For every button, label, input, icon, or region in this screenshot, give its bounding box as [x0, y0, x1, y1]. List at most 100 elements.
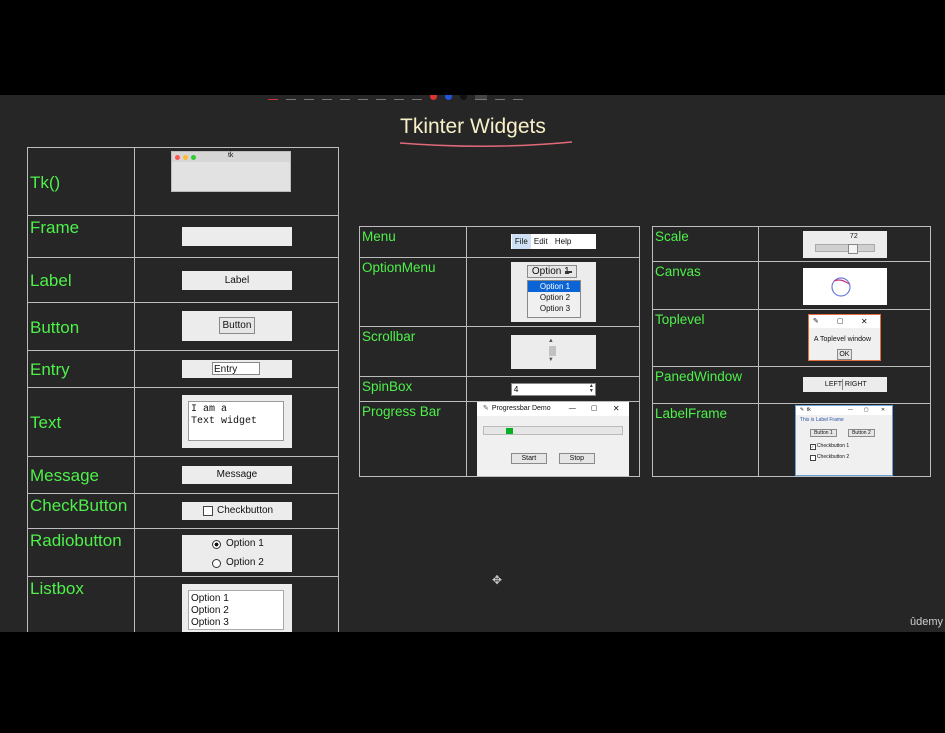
list-item[interactable]: Option 2 — [191, 605, 281, 617]
toplevel-ok-button[interactable]: OK — [836, 349, 852, 360]
demo-scrollbar[interactable]: ▲ ▼ — [548, 338, 558, 365]
right-widget-table: Scale 72 Canvas Toplevel ✎ ▢ ✕ A Topleve… — [652, 226, 932, 477]
marker-icon[interactable] — [304, 95, 314, 100]
demo-spinbox[interactable]: 4 ▲ ▼ — [510, 383, 596, 396]
blue-color-icon[interactable] — [445, 95, 452, 100]
maximize-icon[interactable]: ▢ — [591, 402, 598, 416]
scale-value: 72 — [849, 233, 858, 240]
table-row: Scale 72 — [652, 226, 932, 262]
link-icon[interactable] — [412, 95, 422, 100]
labelframe-window-title: tk — [806, 407, 811, 413]
close-icon[interactable]: ✕ — [881, 406, 885, 415]
scroll-up-icon[interactable]: ▲ — [548, 338, 554, 344]
stop-button[interactable]: Stop — [558, 453, 595, 464]
labelframe-button-1[interactable]: Button 1 — [809, 429, 837, 437]
line-width-icon-2[interactable] — [513, 95, 523, 100]
shape-icon[interactable] — [358, 95, 368, 100]
crop-icon[interactable] — [394, 95, 404, 100]
row-label-radiobutton: Radiobutton — [30, 531, 122, 550]
line-width-icon[interactable] — [495, 95, 505, 100]
checkbox-icon[interactable] — [809, 455, 816, 461]
start-button[interactable]: Start — [510, 453, 547, 464]
option-item-selected[interactable]: Option 1 — [527, 281, 580, 292]
slide-canvas: Tkinter Widgets Tk() tk Frame Label Labe… — [0, 95, 945, 632]
menu-file[interactable]: File — [511, 234, 531, 249]
paned-right-pane[interactable]: RIGHT — [845, 377, 867, 392]
scrollbar-widget-preview: ▲ ▼ — [510, 335, 596, 369]
row-label-scrollbar: Scrollbar — [362, 329, 416, 344]
labelframe-caption: This is Label Frame — [799, 417, 844, 423]
spin-arrows-icon[interactable]: ▲ ▼ — [589, 384, 594, 394]
radio-unselected-icon[interactable] — [211, 559, 221, 568]
page-title: Tkinter Widgets — [400, 115, 546, 138]
row-label-text: Text — [30, 413, 62, 432]
minimize-icon[interactable]: — — [569, 402, 576, 416]
progressbar-window-preview: ✎ Progressbar Demo — ▢ ✕ Start Stop — [476, 402, 629, 476]
checkbox-checked-icon[interactable]: ✓ — [809, 444, 816, 450]
radio-option-1[interactable]: Option 1 — [226, 538, 264, 549]
progress-window-title: Progressbar Demo — [491, 405, 551, 412]
scale-slider-handle[interactable] — [847, 244, 858, 254]
tk-titlebar: tk — [171, 152, 290, 162]
list-item[interactable]: Option 3 — [191, 617, 281, 629]
demo-text-area[interactable]: I am a Text widget — [187, 401, 284, 441]
menu-widget-preview: File Edit Help — [510, 234, 596, 249]
checkbutton-label: Checkbutton — [216, 505, 274, 516]
maximize-icon[interactable]: ▢ — [837, 315, 844, 328]
demo-button[interactable]: Button — [218, 317, 255, 334]
red-color-icon[interactable] — [430, 95, 437, 100]
menu-edit[interactable]: Edit — [534, 234, 548, 249]
paned-sash[interactable] — [841, 379, 843, 390]
demo-listbox[interactable]: Option 1 Option 2 Option 3 — [187, 590, 284, 630]
table-row: PanedWindow LEFT RIGHT — [652, 366, 932, 404]
paned-left-pane[interactable]: LEFT — [825, 377, 842, 392]
labelframe-button-2[interactable]: Button 2 — [847, 429, 875, 437]
row-label-checkbutton: CheckButton — [30, 496, 128, 515]
optionmenu-button[interactable]: Option 1 — [526, 265, 577, 278]
optionmenu-dropdown[interactable]: Option 1 Option 2 Option 3 — [526, 280, 581, 318]
eraser-icon[interactable] — [286, 95, 296, 100]
option-item[interactable]: Option 2 — [528, 292, 580, 303]
radio-selected-icon[interactable] — [211, 540, 221, 549]
minimize-icon[interactable]: — — [848, 406, 853, 415]
scroll-down-icon[interactable]: ▼ — [548, 357, 554, 363]
maximize-icon[interactable]: ▢ — [864, 406, 869, 415]
table-row: CheckButton Checkbutton — [27, 493, 340, 529]
table-row: Button Button — [27, 302, 340, 351]
checkbox-icon[interactable] — [202, 506, 213, 516]
scale-trough[interactable] — [814, 244, 875, 254]
checkbutton-widget-preview[interactable]: Checkbutton — [181, 502, 292, 520]
labelframe-window-preview: ✎ tk — ▢ ✕ This is Label Frame Button 1 … — [794, 405, 893, 476]
labelframe-check-2[interactable]: Checkbutton 2 — [817, 454, 849, 460]
progress-track — [482, 426, 623, 435]
color-swatch-icon[interactable] — [475, 95, 487, 100]
close-icon[interactable]: ✕ — [613, 402, 620, 416]
lasso-icon[interactable] — [340, 95, 350, 100]
radiobutton-widget-preview: Option 1 Option 2 — [181, 535, 292, 572]
row-label-canvas: Canvas — [655, 264, 701, 279]
close-icon[interactable]: ✕ — [861, 315, 868, 328]
list-item[interactable]: Option 1 — [191, 593, 281, 605]
select-icon[interactable] — [322, 95, 332, 100]
row-label-panedwindow: PanedWindow — [655, 369, 743, 384]
option-item[interactable]: Option 3 — [528, 303, 580, 314]
labelframe-check-1[interactable]: Checkbutton 1 — [817, 443, 849, 449]
demo-entry[interactable]: Entry — [211, 362, 260, 375]
image-icon[interactable] — [376, 95, 386, 100]
row-label-scale: Scale — [655, 229, 689, 244]
row-label-entry: Entry — [30, 360, 70, 379]
menu-help[interactable]: Help — [555, 234, 571, 249]
annotation-toolbar[interactable] — [268, 95, 523, 101]
message-widget-preview: Message — [181, 466, 292, 484]
optionmenu-widget-preview: Option 1 Option 1 Option 2 Option 3 — [510, 262, 596, 322]
table-row: Message Message — [27, 456, 340, 494]
pen-icon[interactable] — [268, 95, 278, 100]
labelframe-titlebar: ✎ tk — ▢ ✕ — [795, 406, 892, 415]
label-widget-preview: Label — [181, 271, 292, 290]
circle-drawing — [831, 277, 851, 297]
black-color-icon[interactable] — [460, 95, 467, 100]
radio-option-2[interactable]: Option 2 — [226, 557, 264, 568]
scroll-thumb[interactable] — [548, 346, 556, 356]
table-row: Menu File Edit Help — [359, 226, 641, 258]
row-label-listbox: Listbox — [30, 579, 84, 598]
